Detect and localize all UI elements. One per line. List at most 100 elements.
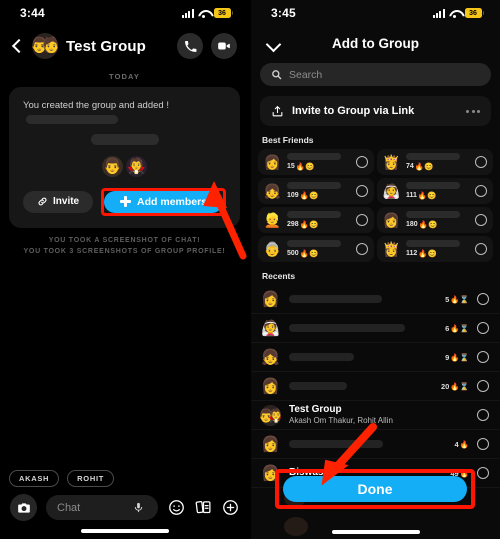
chat-header: 👨 🧑 Test Group xyxy=(0,26,249,70)
streak-info: 109 🔥😊 xyxy=(287,191,351,200)
page-title: Add to Group xyxy=(332,35,419,51)
bitmoji-avatar: 👩 xyxy=(263,154,282,170)
add-members-label: Add members xyxy=(137,195,208,208)
best-friend-cell[interactable]: 👰 111 🔥😊 xyxy=(377,178,493,204)
streak-info: 111 🔥😊 xyxy=(406,191,470,200)
member-chip[interactable]: AKASH xyxy=(9,470,60,487)
right-phone-panel: 3:45 36 Add to Group Search Invite to Gr… xyxy=(251,0,500,539)
select-checkbox[interactable] xyxy=(356,185,368,197)
best-friend-cell[interactable]: 👵 500 🔥😊 xyxy=(258,236,374,262)
microphone-icon[interactable] xyxy=(129,499,147,517)
redacted-username xyxy=(406,182,460,190)
redacted-username xyxy=(287,240,341,248)
bitmoji-avatar: 👩 xyxy=(261,377,280,395)
more-options-icon[interactable] xyxy=(466,109,480,113)
screenshot-notice-2: YOU TOOK 3 SCREENSHOTS OF GROUP PROFILE! xyxy=(23,247,226,255)
streak-emoji: 🔥😊 xyxy=(299,190,319,200)
bubble-text-line: You created the group and added ! xyxy=(23,99,226,128)
best-friend-cell[interactable]: 👩 15 🔥😊 xyxy=(258,149,374,175)
redacted-username xyxy=(289,324,405,332)
page-title: Test Group xyxy=(66,37,146,55)
select-checkbox[interactable] xyxy=(477,351,489,363)
streak-emoji: 🔥⌛ xyxy=(450,352,469,362)
best-friend-cell[interactable]: 👸 112 🔥😊 xyxy=(377,236,493,262)
add-members-highlight: Add members xyxy=(101,187,226,216)
video-call-icon[interactable] xyxy=(211,33,237,59)
select-checkbox[interactable] xyxy=(356,214,368,226)
select-checkbox[interactable] xyxy=(356,156,368,168)
chat-input-placeholder: Chat xyxy=(57,501,81,514)
recents-row[interactable]: 👰 6 🔥⌛ xyxy=(251,314,500,343)
streak-count: 4 xyxy=(454,439,459,449)
best-friend-cell[interactable]: 👱 298 🔥😊 xyxy=(258,207,374,233)
best-friend-cell[interactable]: 👸 74 🔥😊 xyxy=(377,149,493,175)
chevron-down-icon[interactable] xyxy=(265,35,281,51)
search-input[interactable]: Search xyxy=(260,63,491,86)
streak-count: 112 xyxy=(406,249,418,257)
bitmoji-avatar: 👩 xyxy=(261,435,280,453)
select-checkbox[interactable] xyxy=(475,156,487,168)
best-friend-cell[interactable]: 👩 180 🔥😊 xyxy=(377,207,493,233)
best-friend-info: 15 🔥😊 xyxy=(287,153,351,171)
select-checkbox[interactable] xyxy=(477,380,489,392)
done-button-highlight: Done xyxy=(275,423,475,509)
streak-info: 74 🔥😊 xyxy=(406,162,470,171)
status-icons: 36 xyxy=(432,8,484,18)
select-checkbox[interactable] xyxy=(477,322,489,334)
best-friends-grid: 👩 15 🔥😊 👸 74 🔥😊 👧 109 🔥😊 👰 111 🔥😊 👱 298 … xyxy=(251,149,500,262)
streak-info: 500 🔥😊 xyxy=(287,249,351,258)
select-checkbox[interactable] xyxy=(477,467,489,479)
streak-info: 9 🔥⌛ xyxy=(445,353,469,362)
streak-emoji: 🔥😊 xyxy=(295,161,315,171)
invite-via-link-button[interactable]: Invite to Group via Link xyxy=(260,96,491,126)
chat-input[interactable]: Chat xyxy=(46,495,158,520)
select-checkbox[interactable] xyxy=(475,243,487,255)
streak-info: 5 🔥⌛ xyxy=(445,295,469,304)
bubble-action-row: Invite Add members xyxy=(23,187,226,216)
select-checkbox[interactable] xyxy=(475,214,487,226)
avatar-face-2: 🧑 xyxy=(42,37,58,54)
bitmoji-avatar: 👸 xyxy=(382,154,401,170)
recents-info: Test Group Akash Om Thakur, Rohit Allin xyxy=(289,404,469,427)
member-chip-row: AKASH ROHIT xyxy=(9,470,115,487)
streak-count: 111 xyxy=(406,191,417,199)
bitmoji-avatar: 👰 xyxy=(261,319,280,337)
recents-row[interactable]: 👩 5 🔥⌛ xyxy=(251,285,500,314)
bitmoji-avatar: 👰 xyxy=(382,183,401,199)
home-indicator xyxy=(80,529,169,533)
streak-emoji: 🔥⌛ xyxy=(450,294,469,304)
camera-icon[interactable] xyxy=(10,494,37,521)
select-checkbox[interactable] xyxy=(477,438,489,450)
select-checkbox[interactable] xyxy=(477,409,489,421)
select-checkbox[interactable] xyxy=(477,293,489,305)
select-checkbox[interactable] xyxy=(356,243,368,255)
wifi-icon xyxy=(449,9,461,18)
best-friend-cell[interactable]: 👧 109 🔥😊 xyxy=(258,178,374,204)
bitmoji-avatar: 👩 xyxy=(261,290,280,308)
invite-button[interactable]: Invite xyxy=(23,190,94,213)
select-checkbox[interactable] xyxy=(475,185,487,197)
back-chevron-icon[interactable] xyxy=(10,39,24,53)
bitmoji-avatar: 👧 xyxy=(261,348,280,366)
phone-call-icon[interactable] xyxy=(177,33,203,59)
screenshot-root: 3:44 36 👨 🧑 Test Group TODAY You created… xyxy=(0,0,500,539)
smiley-face-icon[interactable] xyxy=(167,499,185,517)
streak-info: 15 🔥😊 xyxy=(287,162,351,171)
avatar-face-2: 🧛 xyxy=(268,407,281,423)
group-avatar-icon[interactable]: 👨 🧑 xyxy=(32,33,58,59)
link-chain-icon xyxy=(38,197,47,206)
redacted-username xyxy=(289,295,383,303)
redacted-username xyxy=(287,211,341,219)
recents-row[interactable]: 👧 9 🔥⌛ xyxy=(251,343,500,372)
plus-icon xyxy=(120,196,132,207)
battery-tip xyxy=(231,11,233,15)
add-members-button[interactable]: Add members xyxy=(104,190,223,213)
recents-row-test-group[interactable]: 👨 🧛 Test Group Akash Om Thakur, Rohit Al… xyxy=(251,401,500,430)
streak-count: 180 xyxy=(406,220,418,228)
recents-row[interactable]: 👩 20 🔥⌛ xyxy=(251,372,500,401)
recents-row[interactable]: 👩 4 🔥 xyxy=(251,430,500,459)
redacted-name-1 xyxy=(26,115,118,125)
member-chip[interactable]: ROHIT xyxy=(67,470,115,487)
plus-circle-icon[interactable] xyxy=(221,499,239,517)
sticker-cards-icon[interactable] xyxy=(194,499,212,517)
